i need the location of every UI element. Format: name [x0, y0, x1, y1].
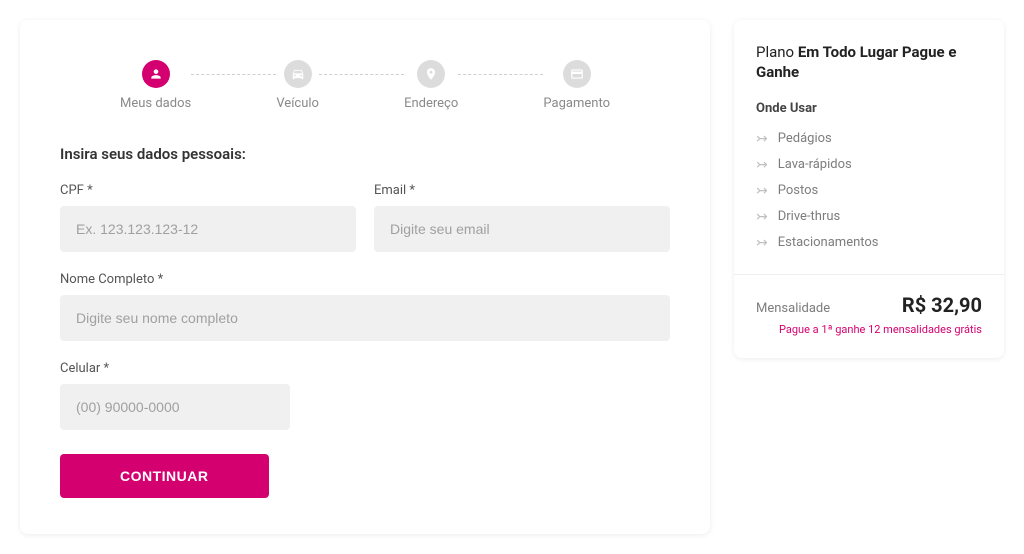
arrow-right-icon: ↣: [756, 209, 768, 225]
card-icon: [563, 60, 591, 88]
list-item-label: Postos: [778, 183, 819, 198]
step-meus-dados[interactable]: Meus dados: [120, 60, 191, 111]
cpf-label: CPF *: [60, 183, 356, 198]
arrow-right-icon: ↣: [756, 235, 768, 251]
personal-data-card: Meus dados Veículo Endereço: [20, 20, 710, 534]
cpf-input[interactable]: [60, 206, 356, 252]
step-endereco[interactable]: Endereço: [404, 60, 458, 111]
celular-input[interactable]: [60, 384, 290, 430]
arrow-right-icon: ↣: [756, 183, 768, 199]
list-item: ↣ Estacionamentos: [756, 230, 982, 256]
promo-text: Pague a 1ª ganhe 12 mensalidades grátis: [756, 323, 982, 336]
personal-data-form: Insira seus dados pessoais: CPF * Email …: [60, 145, 670, 498]
onde-usar-list: ↣ Pedágios ↣ Lava-rápidos ↣ Postos ↣ Dri…: [756, 126, 982, 256]
location-icon: [417, 60, 445, 88]
email-label: Email *: [374, 183, 670, 198]
step-label: Pagamento: [543, 96, 610, 111]
list-item-label: Estacionamentos: [778, 235, 879, 250]
car-icon: [284, 60, 312, 88]
onde-usar-title: Onde Usar: [756, 101, 982, 116]
step-veiculo[interactable]: Veículo: [276, 60, 319, 111]
continuar-button[interactable]: CONTINUAR: [60, 454, 269, 498]
divider: [734, 274, 1004, 275]
price-row: Mensalidade R$ 32,90: [756, 293, 982, 317]
price-label: Mensalidade: [756, 301, 830, 316]
price-value: R$ 32,90: [902, 293, 982, 317]
list-item-label: Pedágios: [778, 131, 832, 146]
list-item-label: Drive-thrus: [778, 209, 841, 224]
step-label: Veículo: [276, 96, 319, 111]
form-title: Insira seus dados pessoais:: [60, 145, 670, 163]
nome-input[interactable]: [60, 295, 670, 341]
list-item: ↣ Drive-thrus: [756, 204, 982, 230]
list-item: ↣ Pedágios: [756, 126, 982, 152]
plan-summary-card: Plano Em Todo Lugar Pague e Ganhe Onde U…: [734, 20, 1004, 358]
list-item-label: Lava-rápidos: [778, 157, 852, 172]
checkout-stepper: Meus dados Veículo Endereço: [120, 60, 610, 111]
step-connector: [458, 74, 543, 75]
step-label: Meus dados: [120, 96, 191, 111]
plan-heading: Plano Em Todo Lugar Pague e Ganhe: [756, 42, 982, 83]
step-pagamento[interactable]: Pagamento: [543, 60, 610, 111]
arrow-right-icon: ↣: [756, 157, 768, 173]
list-item: ↣ Postos: [756, 178, 982, 204]
arrow-right-icon: ↣: [756, 131, 768, 147]
nome-label: Nome Completo *: [60, 272, 670, 287]
step-connector: [319, 74, 404, 75]
step-label: Endereço: [404, 96, 458, 111]
plan-prefix: Plano: [756, 43, 794, 61]
celular-label: Celular *: [60, 361, 290, 376]
list-item: ↣ Lava-rápidos: [756, 152, 982, 178]
email-input[interactable]: [374, 206, 670, 252]
person-icon: [142, 60, 170, 88]
step-connector: [191, 74, 276, 75]
